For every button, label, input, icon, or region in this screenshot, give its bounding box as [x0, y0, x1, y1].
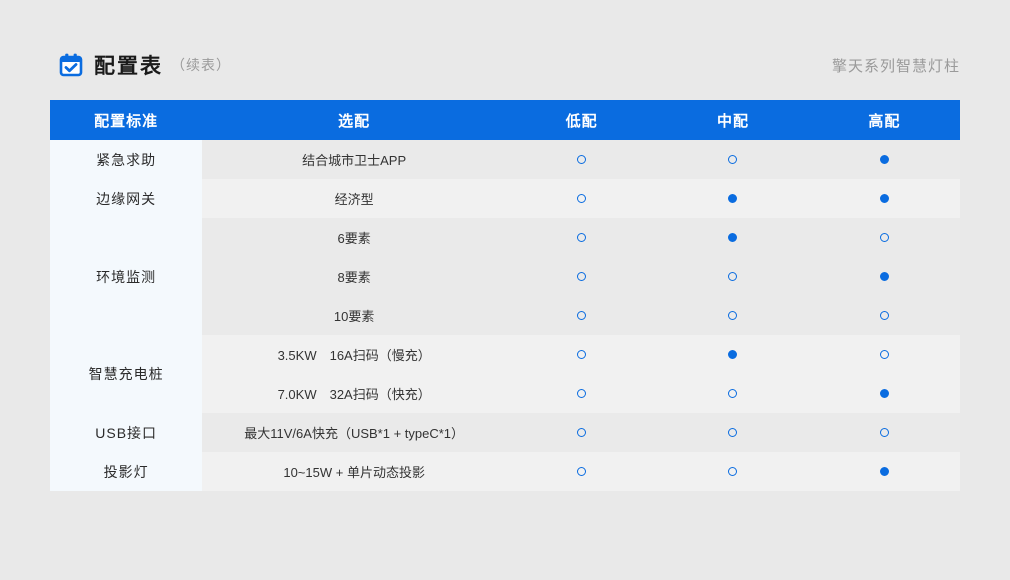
- tier-marker-cell: [809, 452, 960, 491]
- title-group: 配置表 （续表）: [58, 50, 231, 80]
- marker-open-icon: [728, 272, 737, 281]
- marker-open-icon: [728, 428, 737, 437]
- category-cell: USB接口: [50, 413, 202, 452]
- marker-filled-icon: [728, 233, 737, 242]
- table-row: 边缘网关经济型: [50, 179, 960, 218]
- header-tier-mid: 中配: [657, 100, 808, 140]
- marker-open-icon: [577, 233, 586, 242]
- marker-filled-icon: [728, 350, 737, 359]
- tier-marker-cell: [506, 374, 657, 413]
- page: 配置表 （续表） 擎天系列智慧灯柱 配置标准 选配 低配 中配 高配 紧急求助结…: [0, 0, 1010, 580]
- marker-open-icon: [728, 389, 737, 398]
- tier-marker-cell: [506, 452, 657, 491]
- tier-marker-cell: [809, 257, 960, 296]
- category-cell: 紧急求助: [50, 140, 202, 179]
- header-bar: 配置表 （续表） 擎天系列智慧灯柱: [58, 48, 960, 82]
- tier-marker-cell: [657, 257, 808, 296]
- option-cell: 3.5KW 16A扫码（慢充）: [202, 335, 506, 374]
- page-title: 配置表: [94, 50, 163, 80]
- header-tier-high: 高配: [809, 100, 960, 140]
- marker-open-icon: [577, 350, 586, 359]
- tier-marker-cell: [506, 140, 657, 179]
- tier-marker-cell: [809, 179, 960, 218]
- marker-open-icon: [728, 467, 737, 476]
- tier-marker-cell: [506, 335, 657, 374]
- calendar-check-icon: [58, 52, 84, 78]
- tier-marker-cell: [809, 218, 960, 257]
- table-row: USB接口最大11V/6A快充（USB*1 + typeC*1）: [50, 413, 960, 452]
- page-subtitle: （续表）: [171, 55, 231, 75]
- category-cell: 投影灯: [50, 452, 202, 491]
- tier-marker-cell: [657, 413, 808, 452]
- tier-marker-cell: [809, 296, 960, 335]
- tier-marker-cell: [506, 413, 657, 452]
- marker-open-icon: [880, 233, 889, 242]
- option-cell: 经济型: [202, 179, 506, 218]
- tier-marker-cell: [506, 296, 657, 335]
- marker-open-icon: [577, 194, 586, 203]
- marker-open-icon: [577, 155, 586, 164]
- marker-open-icon: [880, 428, 889, 437]
- marker-open-icon: [577, 389, 586, 398]
- tier-marker-cell: [809, 140, 960, 179]
- marker-open-icon: [880, 350, 889, 359]
- tier-marker-cell: [506, 179, 657, 218]
- marker-filled-icon: [880, 272, 889, 281]
- option-cell: 结合城市卫士APP: [202, 140, 506, 179]
- table-row: 投影灯10~15W + 单片动态投影: [50, 452, 960, 491]
- marker-open-icon: [577, 428, 586, 437]
- header-category: 配置标准: [50, 100, 202, 140]
- option-cell: 10~15W + 单片动态投影: [202, 452, 506, 491]
- marker-open-icon: [728, 311, 737, 320]
- tier-marker-cell: [657, 335, 808, 374]
- option-cell: 6要素: [202, 218, 506, 257]
- option-cell: 8要素: [202, 257, 506, 296]
- marker-filled-icon: [880, 194, 889, 203]
- table-row: 紧急求助结合城市卫士APP: [50, 140, 960, 179]
- category-cell: 边缘网关: [50, 179, 202, 218]
- marker-open-icon: [577, 467, 586, 476]
- tier-marker-cell: [657, 374, 808, 413]
- tier-marker-cell: [657, 218, 808, 257]
- table-row: 环境监测6要素: [50, 218, 960, 257]
- tier-marker-cell: [657, 452, 808, 491]
- tier-marker-cell: [809, 413, 960, 452]
- header-option: 选配: [202, 100, 506, 140]
- tier-marker-cell: [657, 296, 808, 335]
- config-table: 配置标准 选配 低配 中配 高配 紧急求助结合城市卫士APP边缘网关经济型环境监…: [50, 100, 960, 491]
- marker-open-icon: [728, 155, 737, 164]
- category-cell: 智慧充电桩: [50, 335, 202, 413]
- option-cell: 最大11V/6A快充（USB*1 + typeC*1）: [202, 413, 506, 452]
- option-cell: 7.0KW 32A扫码（快充）: [202, 374, 506, 413]
- marker-filled-icon: [728, 194, 737, 203]
- option-cell: 10要素: [202, 296, 506, 335]
- marker-filled-icon: [880, 467, 889, 476]
- marker-filled-icon: [880, 389, 889, 398]
- series-title: 擎天系列智慧灯柱: [832, 55, 960, 76]
- table-header-row: 配置标准 选配 低配 中配 高配: [50, 100, 960, 140]
- tier-marker-cell: [657, 140, 808, 179]
- marker-open-icon: [880, 311, 889, 320]
- marker-filled-icon: [880, 155, 889, 164]
- tier-marker-cell: [657, 179, 808, 218]
- tier-marker-cell: [506, 218, 657, 257]
- tier-marker-cell: [506, 257, 657, 296]
- header-tier-low: 低配: [506, 100, 657, 140]
- marker-open-icon: [577, 311, 586, 320]
- config-table-wrap: 配置标准 选配 低配 中配 高配 紧急求助结合城市卫士APP边缘网关经济型环境监…: [50, 100, 960, 491]
- category-cell: 环境监测: [50, 218, 202, 335]
- tier-marker-cell: [809, 374, 960, 413]
- tier-marker-cell: [809, 335, 960, 374]
- table-row: 智慧充电桩3.5KW 16A扫码（慢充）: [50, 335, 960, 374]
- marker-open-icon: [577, 272, 586, 281]
